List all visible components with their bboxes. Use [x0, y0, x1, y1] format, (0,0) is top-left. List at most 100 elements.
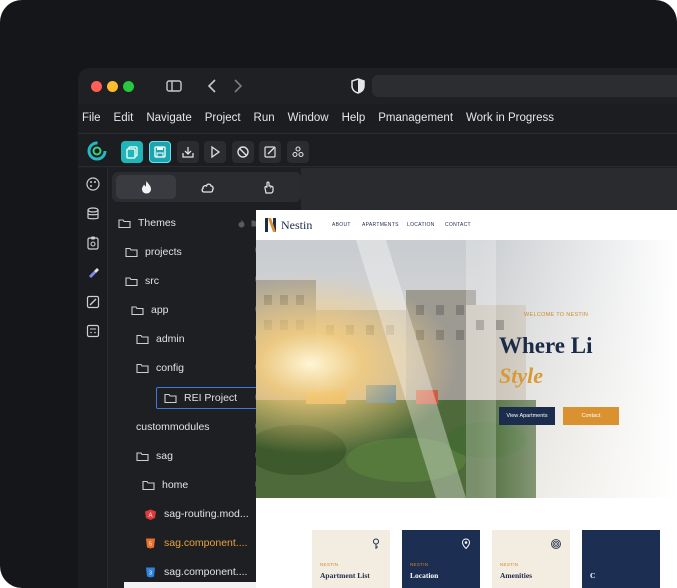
- hero-section: WELCOME TO NESTIN Where Li Style View Ap…: [256, 240, 677, 498]
- tree-item-label: REI Project: [184, 392, 238, 404]
- folder-open-icon: [136, 451, 149, 461]
- run-button[interactable]: [204, 141, 226, 163]
- menu-pmanagement[interactable]: Pmanagement: [378, 112, 453, 124]
- title-bar: [78, 68, 677, 104]
- tree-item-sag-component-html[interactable]: 5 sag.component....: [144, 532, 247, 554]
- menu-project[interactable]: Project: [205, 112, 241, 124]
- site-header: Nestin ABOUT APARTMENTS LOCATION CONTACT: [256, 210, 677, 238]
- edit-button[interactable]: [259, 141, 281, 163]
- maximize-window-button[interactable]: [123, 81, 134, 92]
- tree-item-sag-routing[interactable]: A sag-routing.mod...: [144, 503, 249, 525]
- website-preview: Nestin ABOUT APARTMENTS LOCATION CONTACT: [256, 210, 677, 588]
- folder-open-icon: [131, 305, 144, 315]
- card-tag: NESTIN: [320, 562, 339, 567]
- forward-arrow-icon[interactable]: [228, 77, 246, 95]
- view-apartments-button[interactable]: View Apartments: [499, 407, 555, 425]
- nav-location[interactable]: LOCATION: [407, 222, 435, 228]
- svg-text:A: A: [148, 513, 152, 519]
- css3-icon: 3: [146, 567, 155, 577]
- tree-item-label: sag.component....: [164, 566, 248, 578]
- components-button[interactable]: [287, 141, 309, 163]
- tree-item-rei-project[interactable]: REI Project: [164, 387, 237, 409]
- hero-title-line1: Where Li: [499, 333, 593, 358]
- calculator-icon[interactable]: [85, 323, 101, 339]
- tree-item-label: projects: [145, 246, 182, 258]
- tree-item-admin[interactable]: admin: [136, 328, 185, 350]
- tree-item-label: sag: [156, 450, 173, 462]
- note-edit-icon[interactable]: [85, 294, 101, 310]
- tree-item-app[interactable]: app: [131, 299, 169, 321]
- tree-item-projects[interactable]: projects: [125, 241, 182, 263]
- nav-contact[interactable]: CONTACT: [445, 222, 471, 228]
- minimize-window-button[interactable]: [107, 81, 118, 92]
- tree-item-label: app: [151, 304, 169, 316]
- svg-text:3: 3: [149, 570, 152, 576]
- sidebar-toggle-icon[interactable]: [165, 77, 183, 95]
- menu-work-in-progress[interactable]: Work in Progress: [466, 112, 554, 124]
- nav-about[interactable]: ABOUT: [332, 222, 351, 228]
- menu-bar: File Edit Navigate Project Run Window He…: [78, 104, 677, 132]
- key-icon: [373, 538, 379, 549]
- bottom-strip: [124, 582, 256, 588]
- tab-cloud[interactable]: [177, 175, 237, 199]
- card-apartment-list[interactable]: NESTIN Apartment List: [312, 530, 390, 588]
- folder-icon: [136, 363, 149, 373]
- folder-icon: [142, 480, 155, 490]
- card-title: Location: [410, 571, 439, 580]
- svg-text:5: 5: [149, 541, 152, 547]
- tab-fire[interactable]: [116, 175, 176, 199]
- tree-item-label: sag-routing.mod...: [164, 508, 249, 520]
- html5-icon: 5: [146, 538, 155, 548]
- card-tag: NESTIN: [410, 562, 429, 567]
- shield-icon[interactable]: [349, 77, 367, 95]
- clipboard-icon[interactable]: [85, 235, 101, 251]
- nestin-logo-icon[interactable]: [265, 218, 276, 232]
- tab-touch[interactable]: [238, 175, 298, 199]
- card-location[interactable]: NESTIN Location: [402, 530, 480, 588]
- menu-navigate[interactable]: Navigate: [146, 112, 191, 124]
- card-amenities[interactable]: NESTIN Amenities: [492, 530, 570, 588]
- database-icon[interactable]: [85, 206, 101, 222]
- back-arrow-icon[interactable]: [204, 77, 222, 95]
- fingerprint-icon: [551, 539, 561, 549]
- tree-item-custommodules[interactable]: custommodules: [136, 416, 210, 438]
- copy-files-button[interactable]: [121, 141, 143, 163]
- tree-item-label: src: [145, 275, 159, 287]
- angular-icon: A: [145, 509, 156, 520]
- menu-run[interactable]: Run: [254, 112, 275, 124]
- menu-edit[interactable]: Edit: [114, 112, 134, 124]
- menu-window[interactable]: Window: [288, 112, 329, 124]
- nav-apartments[interactable]: APARTMENTS: [362, 222, 399, 228]
- fire-icon[interactable]: [237, 219, 246, 228]
- menu-help[interactable]: Help: [342, 112, 366, 124]
- hero-title-line2: Style: [499, 363, 543, 388]
- card-tag: NESTIN: [500, 562, 519, 567]
- card-title: Amenities: [500, 571, 533, 580]
- download-button[interactable]: [177, 141, 199, 163]
- tree-item-label: home: [162, 479, 189, 491]
- tree-item-sag-component-css[interactable]: 3 sag.component....: [144, 561, 247, 583]
- location-pin-icon: [461, 538, 471, 550]
- folder-open-icon: [118, 218, 131, 228]
- folder-icon: [136, 334, 149, 344]
- card-title: Apartment List: [320, 571, 370, 580]
- contact-button[interactable]: Contact: [563, 407, 619, 425]
- tree-item-home[interactable]: home: [142, 474, 188, 496]
- tree-item-config[interactable]: config: [136, 357, 184, 379]
- card-contact[interactable]: C: [582, 530, 660, 588]
- plugin-icon[interactable]: [85, 264, 101, 280]
- address-bar[interactable]: [372, 75, 677, 97]
- tree-item-label: config: [156, 362, 185, 374]
- tree-item-label: sag.component....: [164, 537, 248, 549]
- hero-eyebrow: WELCOME TO NESTIN: [524, 312, 589, 318]
- stop-button[interactable]: [232, 141, 254, 163]
- site-brand[interactable]: Nestin: [281, 218, 312, 233]
- tree-item-sag[interactable]: sag: [136, 445, 173, 467]
- menu-file[interactable]: File: [82, 112, 101, 124]
- palette-icon[interactable]: [85, 176, 101, 192]
- tree-item-label: custommodules: [136, 421, 210, 433]
- tree-item-src[interactable]: src: [125, 270, 159, 292]
- close-window-button[interactable]: [91, 81, 102, 92]
- app-logo-icon[interactable]: [86, 140, 108, 162]
- save-button[interactable]: [149, 141, 171, 163]
